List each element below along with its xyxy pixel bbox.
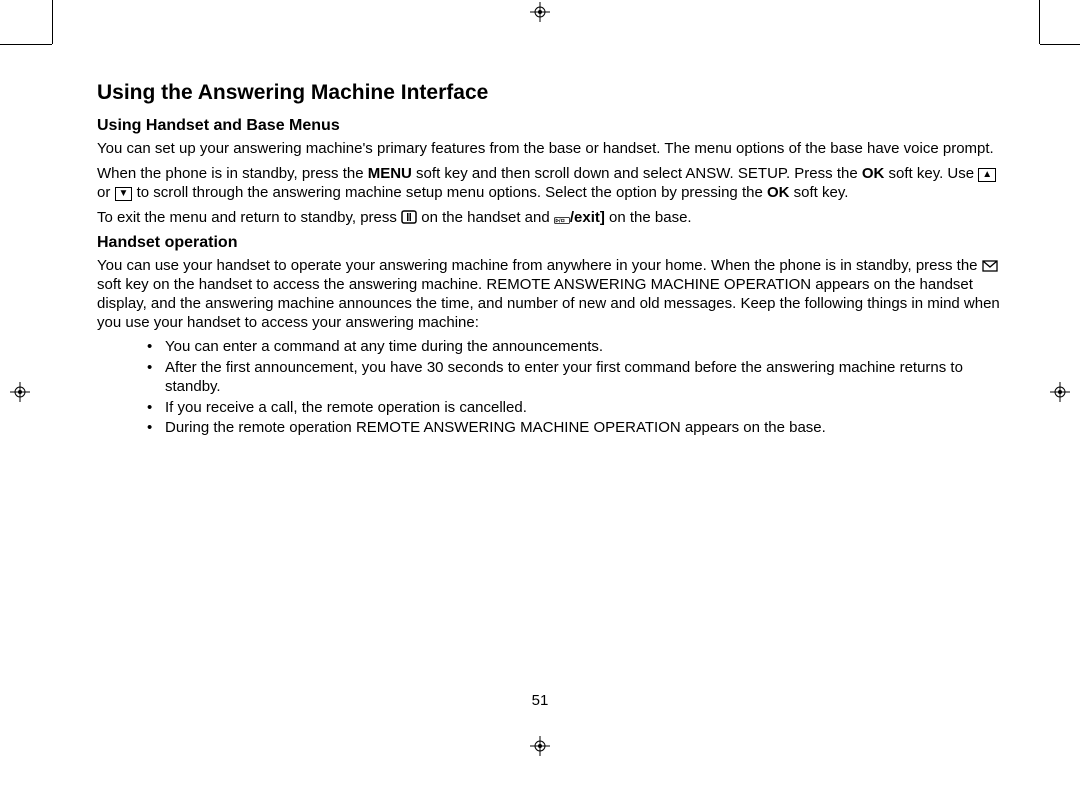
play-stop-key-icon: /	[554, 211, 570, 225]
paragraph: You can set up your answering machine's …	[97, 140, 1005, 159]
menu-key-label: MENU	[368, 165, 412, 182]
list-item: During the remote operation REMOTE ANSWE…	[147, 419, 1005, 438]
bullet-list: You can enter a command at any time duri…	[147, 338, 1005, 438]
down-arrow-key-icon: ▼	[115, 187, 133, 201]
registration-mark-icon	[1050, 382, 1070, 402]
paragraph: When the phone is in standby, press the …	[97, 165, 1005, 203]
up-arrow-key-icon: ▲	[978, 168, 996, 182]
envelope-key-icon	[982, 259, 998, 273]
paragraph: To exit the menu and return to standby, …	[97, 209, 1005, 228]
list-item: If you receive a call, the remote operat…	[147, 399, 1005, 418]
list-item: After the first announcement, you have 3…	[147, 359, 1005, 397]
ok-key-label: OK	[767, 184, 790, 201]
end-key-icon	[401, 210, 417, 224]
page-title: Using the Answering Machine Interface	[97, 80, 1005, 106]
paragraph: You can use your handset to operate your…	[97, 257, 1005, 332]
list-item: You can enter a command at any time duri…	[147, 338, 1005, 357]
registration-mark-icon	[530, 2, 550, 22]
registration-mark-icon	[530, 736, 550, 756]
section-heading-menus: Using Handset and Base Menus	[97, 116, 1005, 136]
registration-mark-icon	[10, 382, 30, 402]
exit-key-label: /exit	[570, 209, 600, 226]
page-number: 51	[532, 692, 549, 709]
section-heading-handset: Handset operation	[97, 233, 1005, 253]
ok-key-label: OK	[862, 165, 885, 182]
page-content: Using the Answering Machine Interface Us…	[97, 80, 1005, 440]
